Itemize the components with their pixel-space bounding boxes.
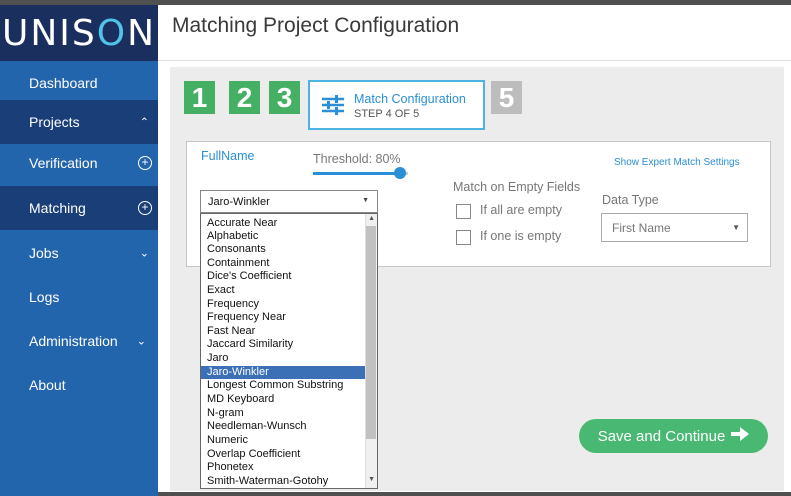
step-current-label: Match Configuration: [354, 92, 466, 106]
data-type-value: First Name: [612, 221, 671, 235]
algorithm-option[interactable]: Consonants: [201, 243, 365, 256]
algorithm-option[interactable]: N-gram: [201, 407, 365, 420]
algorithm-option[interactable]: Numeric: [201, 434, 365, 447]
algorithm-selected-value: Jaro-Winkler: [208, 196, 270, 208]
step-1[interactable]: 1: [184, 81, 215, 114]
sidebar-item-label: Logs: [29, 289, 60, 305]
threshold-slider-fill: [313, 172, 400, 175]
algorithm-option[interactable]: Fast Near: [201, 325, 365, 338]
logo-text: UNISON: [1, 12, 157, 54]
sliders-icon: [322, 94, 344, 121]
sidebar: Dashboard Projects ⌃ Verification + Matc…: [0, 61, 158, 496]
sidebar-item-label: Projects: [29, 114, 80, 130]
sidebar-item-label: Jobs: [29, 245, 59, 261]
chevron-down-icon: ▼: [732, 223, 740, 232]
threshold-slider-handle[interactable]: [394, 167, 406, 179]
algorithm-option[interactable]: Longest Common Substring: [201, 379, 365, 392]
algorithm-dropdown-list: Accurate Near Alphabetic Consonants Cont…: [200, 213, 378, 489]
data-type-select[interactable]: First Name ▼: [601, 213, 748, 242]
sidebar-item-label: Dashboard: [29, 75, 98, 91]
threshold-label: Threshold: 80%: [313, 152, 401, 166]
algorithm-option[interactable]: Frequency: [201, 298, 365, 311]
sidebar-item-matching[interactable]: Matching +: [0, 186, 158, 230]
algorithm-option[interactable]: Containment: [201, 257, 365, 270]
step-2[interactable]: 2: [229, 81, 260, 114]
sidebar-item-label: Matching: [29, 200, 86, 216]
if-one-empty-checkbox[interactable]: [456, 230, 471, 245]
algorithm-option[interactable]: Smith-Waterman-Gotohy: [201, 475, 365, 488]
header-divider: [158, 60, 791, 61]
if-all-empty-label: If all are empty: [480, 203, 562, 217]
scroll-down-icon[interactable]: ▼: [368, 476, 375, 483]
bottom-border: [158, 492, 791, 496]
algorithm-option[interactable]: Exact: [201, 284, 365, 297]
sidebar-item-projects[interactable]: Projects ⌃: [0, 100, 158, 144]
sidebar-item-label: Administration: [29, 333, 118, 349]
algorithm-option[interactable]: Accurate Near: [201, 217, 365, 230]
dropdown-scrollbar-thumb[interactable]: [366, 226, 376, 439]
sidebar-item-logs[interactable]: Logs: [0, 275, 158, 319]
sidebar-item-administration[interactable]: Administration ⌄: [0, 319, 158, 363]
scroll-up-icon[interactable]: ▲: [368, 215, 375, 222]
match-empty-heading: Match on Empty Fields: [453, 180, 581, 194]
save-and-continue-button[interactable]: Save and Continue: [579, 419, 768, 453]
plus-circle-icon: +: [138, 156, 152, 170]
field-name-label: FullName: [201, 149, 255, 163]
plus-circle-icon: +: [138, 201, 152, 215]
arrow-right-icon: [731, 427, 750, 445]
show-expert-settings-link[interactable]: Show Expert Match Settings: [614, 157, 740, 168]
if-all-empty-checkbox[interactable]: [456, 204, 471, 219]
algorithm-option[interactable]: Phonetex: [201, 461, 365, 474]
algorithm-option[interactable]: Needleman-Wunsch: [201, 420, 365, 433]
dropdown-scrollbar[interactable]: ▲ ▼: [365, 214, 377, 488]
step-current-sub: STEP 4 OF 5: [354, 108, 420, 120]
page-title: Matching Project Configuration: [172, 14, 460, 37]
sidebar-item-label: About: [29, 377, 66, 393]
algorithm-option[interactable]: MD Keyboard: [201, 393, 365, 406]
data-type-label: Data Type: [602, 193, 659, 207]
sidebar-item-about[interactable]: About: [0, 363, 158, 407]
algorithm-option[interactable]: Overlap Coefficient: [201, 448, 365, 461]
chevron-up-icon: ⌃: [139, 116, 149, 129]
if-one-empty-label: If one is empty: [480, 229, 562, 243]
algorithm-option-selected[interactable]: Jaro-Winkler: [201, 366, 365, 379]
chevron-down-icon: ⌄: [136, 335, 146, 348]
save-button-label: Save and Continue: [597, 427, 726, 445]
chevron-down-icon: ▼: [362, 197, 369, 204]
algorithm-option[interactable]: Frequency Near: [201, 311, 365, 324]
logo[interactable]: UNISON: [0, 5, 158, 61]
algorithm-option[interactable]: Jaro: [201, 352, 365, 365]
sidebar-item-verification[interactable]: Verification +: [0, 141, 158, 185]
algorithm-option[interactable]: Jaccard Similarity: [201, 338, 365, 351]
step-3[interactable]: 3: [269, 81, 300, 114]
sidebar-item-jobs[interactable]: Jobs ⌄: [0, 231, 158, 275]
algorithm-option[interactable]: Dice's Coefficient: [201, 270, 365, 283]
sidebar-item-dashboard[interactable]: Dashboard: [0, 61, 158, 105]
step-4-current[interactable]: Match Configuration STEP 4 OF 5: [308, 80, 485, 130]
step-5[interactable]: 5: [491, 81, 522, 114]
algorithm-select[interactable]: Jaro-Winkler ▼: [200, 190, 378, 213]
chevron-down-icon: ⌄: [139, 247, 149, 260]
sidebar-item-label: Verification: [29, 155, 98, 171]
algorithm-option[interactable]: Alphabetic: [201, 230, 365, 243]
